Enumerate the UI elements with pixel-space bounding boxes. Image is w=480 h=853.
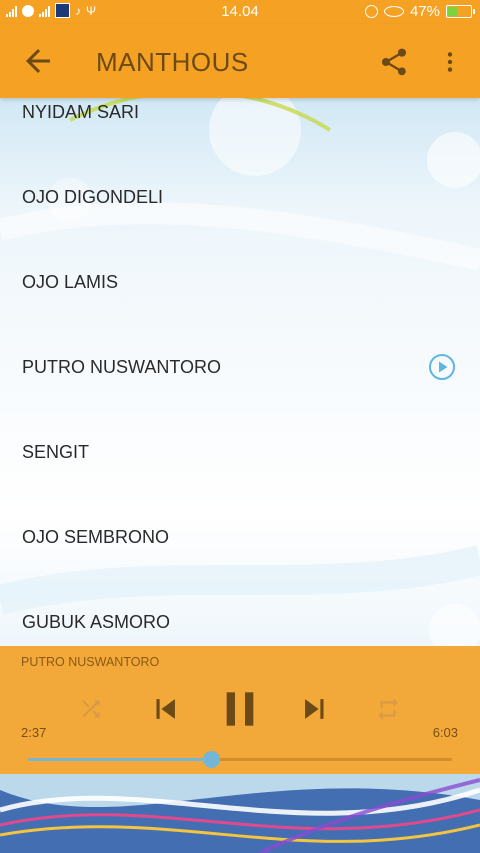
back-arrow-icon[interactable]: [20, 43, 56, 79]
share-icon[interactable]: [378, 46, 410, 78]
seek-bar[interactable]: [28, 751, 452, 768]
song-title: GUBUK ASMORO: [22, 612, 171, 632]
battery-icon: [446, 5, 475, 18]
song-title: PUTRO NUSWANTORO: [22, 357, 222, 377]
skip-previous-icon[interactable]: [148, 692, 182, 726]
alarm-icon: [364, 5, 378, 18]
now-playing-icon[interactable]: [428, 353, 456, 381]
song-list-item-playing[interactable]: PUTRO NUSWANTORO: [0, 325, 480, 410]
player-panel: PUTRO NUSWANTORO 2:37 6:03: [0, 646, 480, 774]
song-list-item[interactable]: NYIDAM SARI: [0, 98, 480, 155]
song-title: OJO DIGONDELI: [22, 187, 164, 207]
seek-thumb[interactable]: [203, 751, 221, 768]
song-title: OJO SEMBRONO: [22, 527, 170, 547]
song-list-item[interactable]: OJO DIGONDELI: [0, 155, 480, 240]
song-list-item[interactable]: SENGIT: [0, 410, 480, 495]
app-bar: MANTHOUS: [0, 24, 480, 98]
more-options-icon[interactable]: [437, 46, 463, 78]
song-list-item[interactable]: OJO LAMIS: [0, 240, 480, 325]
song-list: NYIDAM SARI OJO DIGONDELI OJO LAMIS PUTR…: [0, 98, 480, 646]
eye-comfort-icon: [383, 6, 404, 17]
status-right-icons: 47%: [364, 3, 475, 20]
elapsed-time: 2:37: [21, 725, 47, 740]
song-list-item[interactable]: OJO SEMBRONO: [0, 495, 480, 580]
song-title: OJO LAMIS: [22, 272, 119, 292]
pause-icon[interactable]: [220, 688, 260, 730]
song-title: SENGIT: [22, 442, 90, 462]
page-title: MANTHOUS: [96, 47, 249, 77]
repeat-icon[interactable]: [375, 696, 401, 722]
shuffle-icon[interactable]: [78, 696, 104, 722]
battery-percent: 47%: [409, 3, 440, 20]
status-bar: ♪ Ψ 14.04 47%: [0, 0, 480, 24]
skip-next-icon[interactable]: [298, 692, 332, 726]
song-title: NYIDAM SARI: [22, 102, 140, 122]
battery-fill: [448, 7, 458, 16]
total-time: 6:03: [432, 725, 458, 740]
now-playing-title: PUTRO NUSWANTORO: [21, 655, 160, 669]
song-list-item[interactable]: GUBUK ASMORO: [0, 580, 480, 646]
seek-played: [28, 758, 212, 761]
